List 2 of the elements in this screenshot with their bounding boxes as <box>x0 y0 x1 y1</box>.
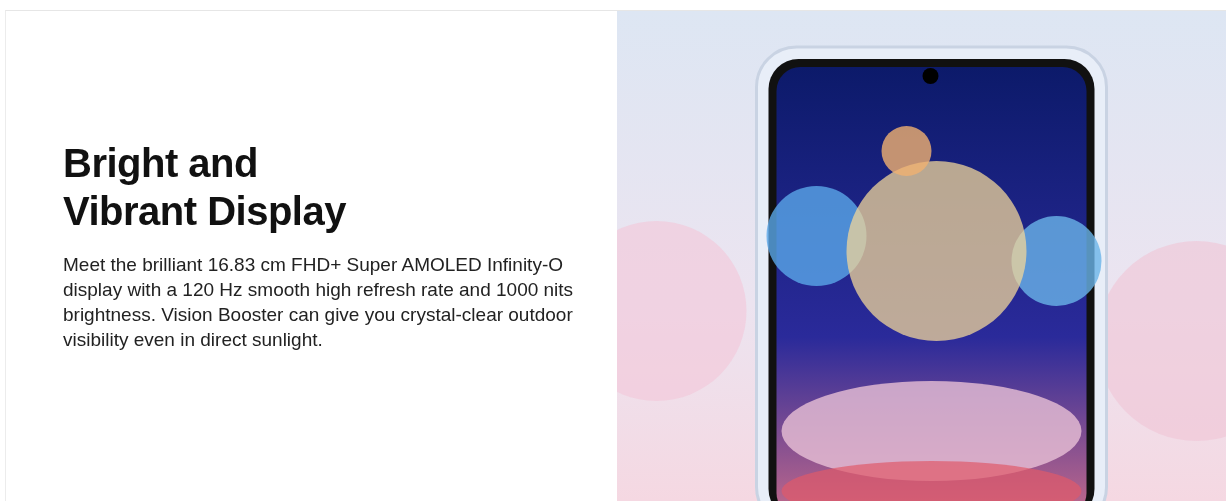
feature-description: Meet the brilliant 16.83 cm FHD+ Super AMOLED Infinity-O display with a 120 Hz smooth high refresh rate and 1000 nits brightness. Vision Booster can give you crystal-clear outdoor visibility even in direct sunlight. <box>63 253 575 352</box>
feature-heading: Bright and Vibrant Display <box>63 140 347 235</box>
